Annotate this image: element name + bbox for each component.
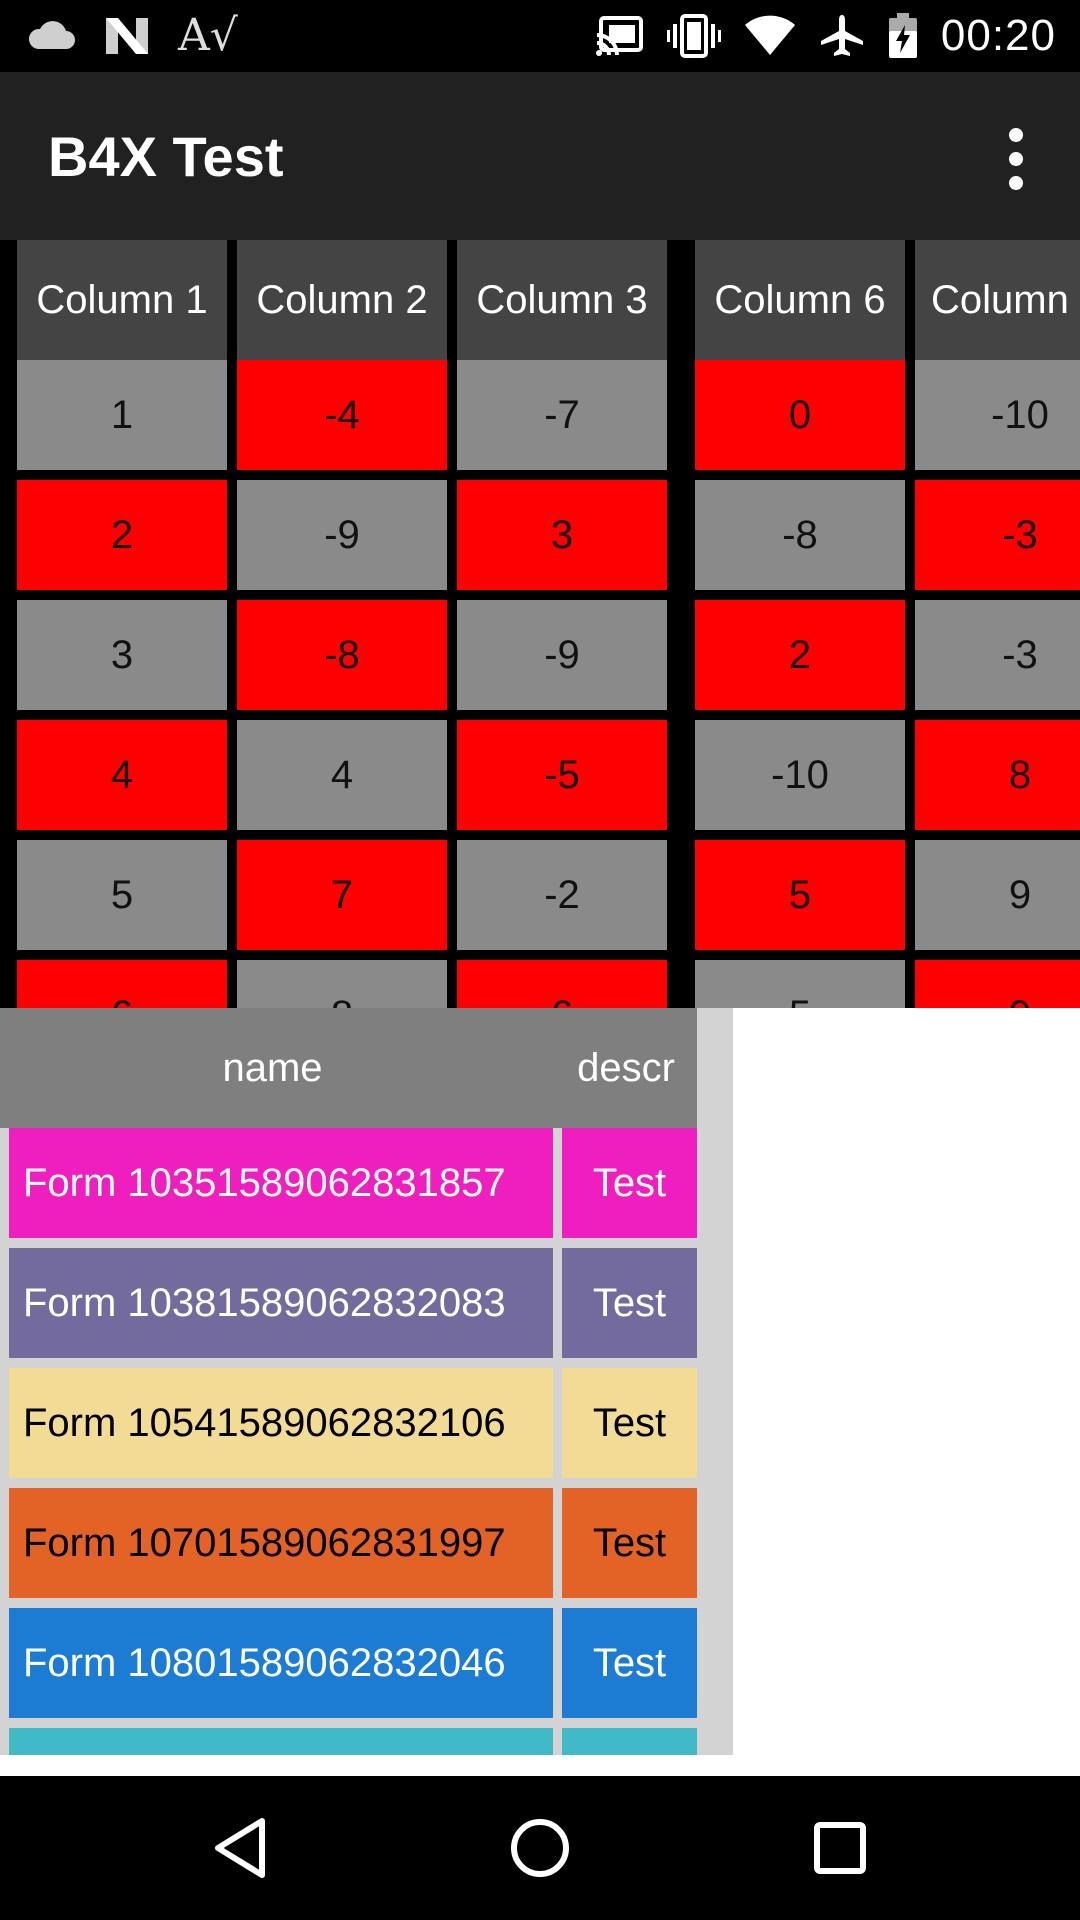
spellcheck-icon: A√	[178, 10, 238, 61]
grid-cell[interactable]: 3	[17, 600, 227, 710]
overflow-menu-icon[interactable]	[992, 128, 1040, 192]
grid-cell[interactable]: -10	[915, 360, 1080, 470]
form-descr-cell[interactable]: Test	[562, 1128, 697, 1238]
grid-cell[interactable]: 8	[915, 720, 1080, 830]
grid-cell[interactable]: 6	[457, 960, 667, 1008]
airplane-icon	[819, 13, 865, 59]
form-descr-cell[interactable]: Test	[562, 1248, 697, 1358]
back-icon[interactable]	[180, 1776, 300, 1920]
status-time: 00:20	[940, 11, 1056, 60]
grid-cell[interactable]: 5	[17, 840, 227, 950]
vibrate-icon	[666, 14, 721, 58]
forms-table-header: name descr	[0, 1008, 697, 1128]
grid-column-header[interactable]: Column 2	[237, 240, 447, 360]
column-header-descr[interactable]: descr	[555, 1008, 697, 1128]
grid-cell[interactable]: 0	[695, 360, 905, 470]
status-bar: A√ 00:20	[0, 0, 1080, 72]
grid-column-header[interactable]: Column 3	[457, 240, 667, 360]
number-grid-table[interactable]: Column 1123456Column 2-4-9-8478Column 3-…	[0, 240, 1080, 1008]
grid-column: Column 60-82-1055	[695, 240, 905, 1008]
column-header-name[interactable]: name	[0, 1008, 545, 1128]
grid-cell[interactable]: -3	[915, 600, 1080, 710]
form-descr-cell[interactable]: Test	[562, 1608, 697, 1718]
grid-cell[interactable]: 8	[237, 960, 447, 1008]
wifi-icon	[743, 15, 797, 57]
form-name-cell[interactable]: Form 10351589062831857	[9, 1128, 553, 1238]
grid-column-header[interactable]: Column	[915, 240, 1080, 360]
grid-cell[interactable]: -10	[695, 720, 905, 830]
status-bar-left: A√	[26, 12, 238, 60]
grid-cell[interactable]: 9	[915, 840, 1080, 950]
status-bar-right: 00:20	[595, 11, 1056, 60]
grid-cell[interactable]: 1	[17, 360, 227, 470]
grid-column: Column-10-3-3899	[915, 240, 1080, 1008]
grid-cell[interactable]: 3	[457, 480, 667, 590]
form-name-cell[interactable]	[9, 1728, 553, 1755]
grid-cell[interactable]: 2	[695, 600, 905, 710]
cloud-icon	[26, 19, 76, 53]
grid-cell[interactable]: 5	[695, 960, 905, 1008]
form-name-cell[interactable]: Form 10381589062832083	[9, 1248, 553, 1358]
forms-table[interactable]: name descr Form 10351589062831857 Test For…	[0, 1008, 733, 1755]
recents-icon[interactable]	[780, 1776, 900, 1920]
grid-cell[interactable]: 5	[695, 840, 905, 950]
grid-cell[interactable]: 6	[17, 960, 227, 1008]
n-logo-icon	[104, 16, 150, 56]
grid-column: Column 3-73-9-5-2 6	[457, 240, 667, 1008]
form-name-cell[interactable]: Form 10541589062832106	[9, 1368, 553, 1478]
grid-column: Column 2-4-9-847 8	[237, 240, 447, 1008]
grid-cell[interactable]: 7	[237, 840, 447, 950]
grid-cell[interactable]: -3	[915, 480, 1080, 590]
grid-cell[interactable]: -9	[457, 600, 667, 710]
grid-cell[interactable]: -8	[237, 600, 447, 710]
grid-cell[interactable]: -2	[457, 840, 667, 950]
grid-cell[interactable]: 2	[17, 480, 227, 590]
grid-cell[interactable]: -7	[457, 360, 667, 470]
grid-column-header[interactable]: Column 6	[695, 240, 905, 360]
grid-cell[interactable]: 4	[17, 720, 227, 830]
form-name-cell[interactable]: Form 10701589062831997	[9, 1488, 553, 1598]
form-name-cell[interactable]: Form 10801589062832046	[9, 1608, 553, 1718]
app-bar: B4X Test	[0, 72, 1080, 240]
grid-cell[interactable]: -4	[237, 360, 447, 470]
navigation-bar	[0, 1776, 1080, 1920]
grid-column-header[interactable]: Column 1	[17, 240, 227, 360]
grid-cell[interactable]: 9	[915, 960, 1080, 1008]
cast-icon	[595, 15, 645, 57]
grid-cell[interactable]: 4	[237, 720, 447, 830]
grid-cell[interactable]: -9	[237, 480, 447, 590]
form-descr-cell[interactable]	[562, 1728, 697, 1755]
form-descr-cell[interactable]: Test	[562, 1368, 697, 1478]
battery-charging-icon	[887, 13, 919, 59]
home-icon[interactable]	[480, 1776, 600, 1920]
grid-cell[interactable]: -8	[695, 480, 905, 590]
grid-cell[interactable]: -5	[457, 720, 667, 830]
form-descr-cell[interactable]: Test	[562, 1488, 697, 1598]
app-title: B4X Test	[48, 125, 284, 188]
grid-column: Column 112345 6	[17, 240, 227, 1008]
